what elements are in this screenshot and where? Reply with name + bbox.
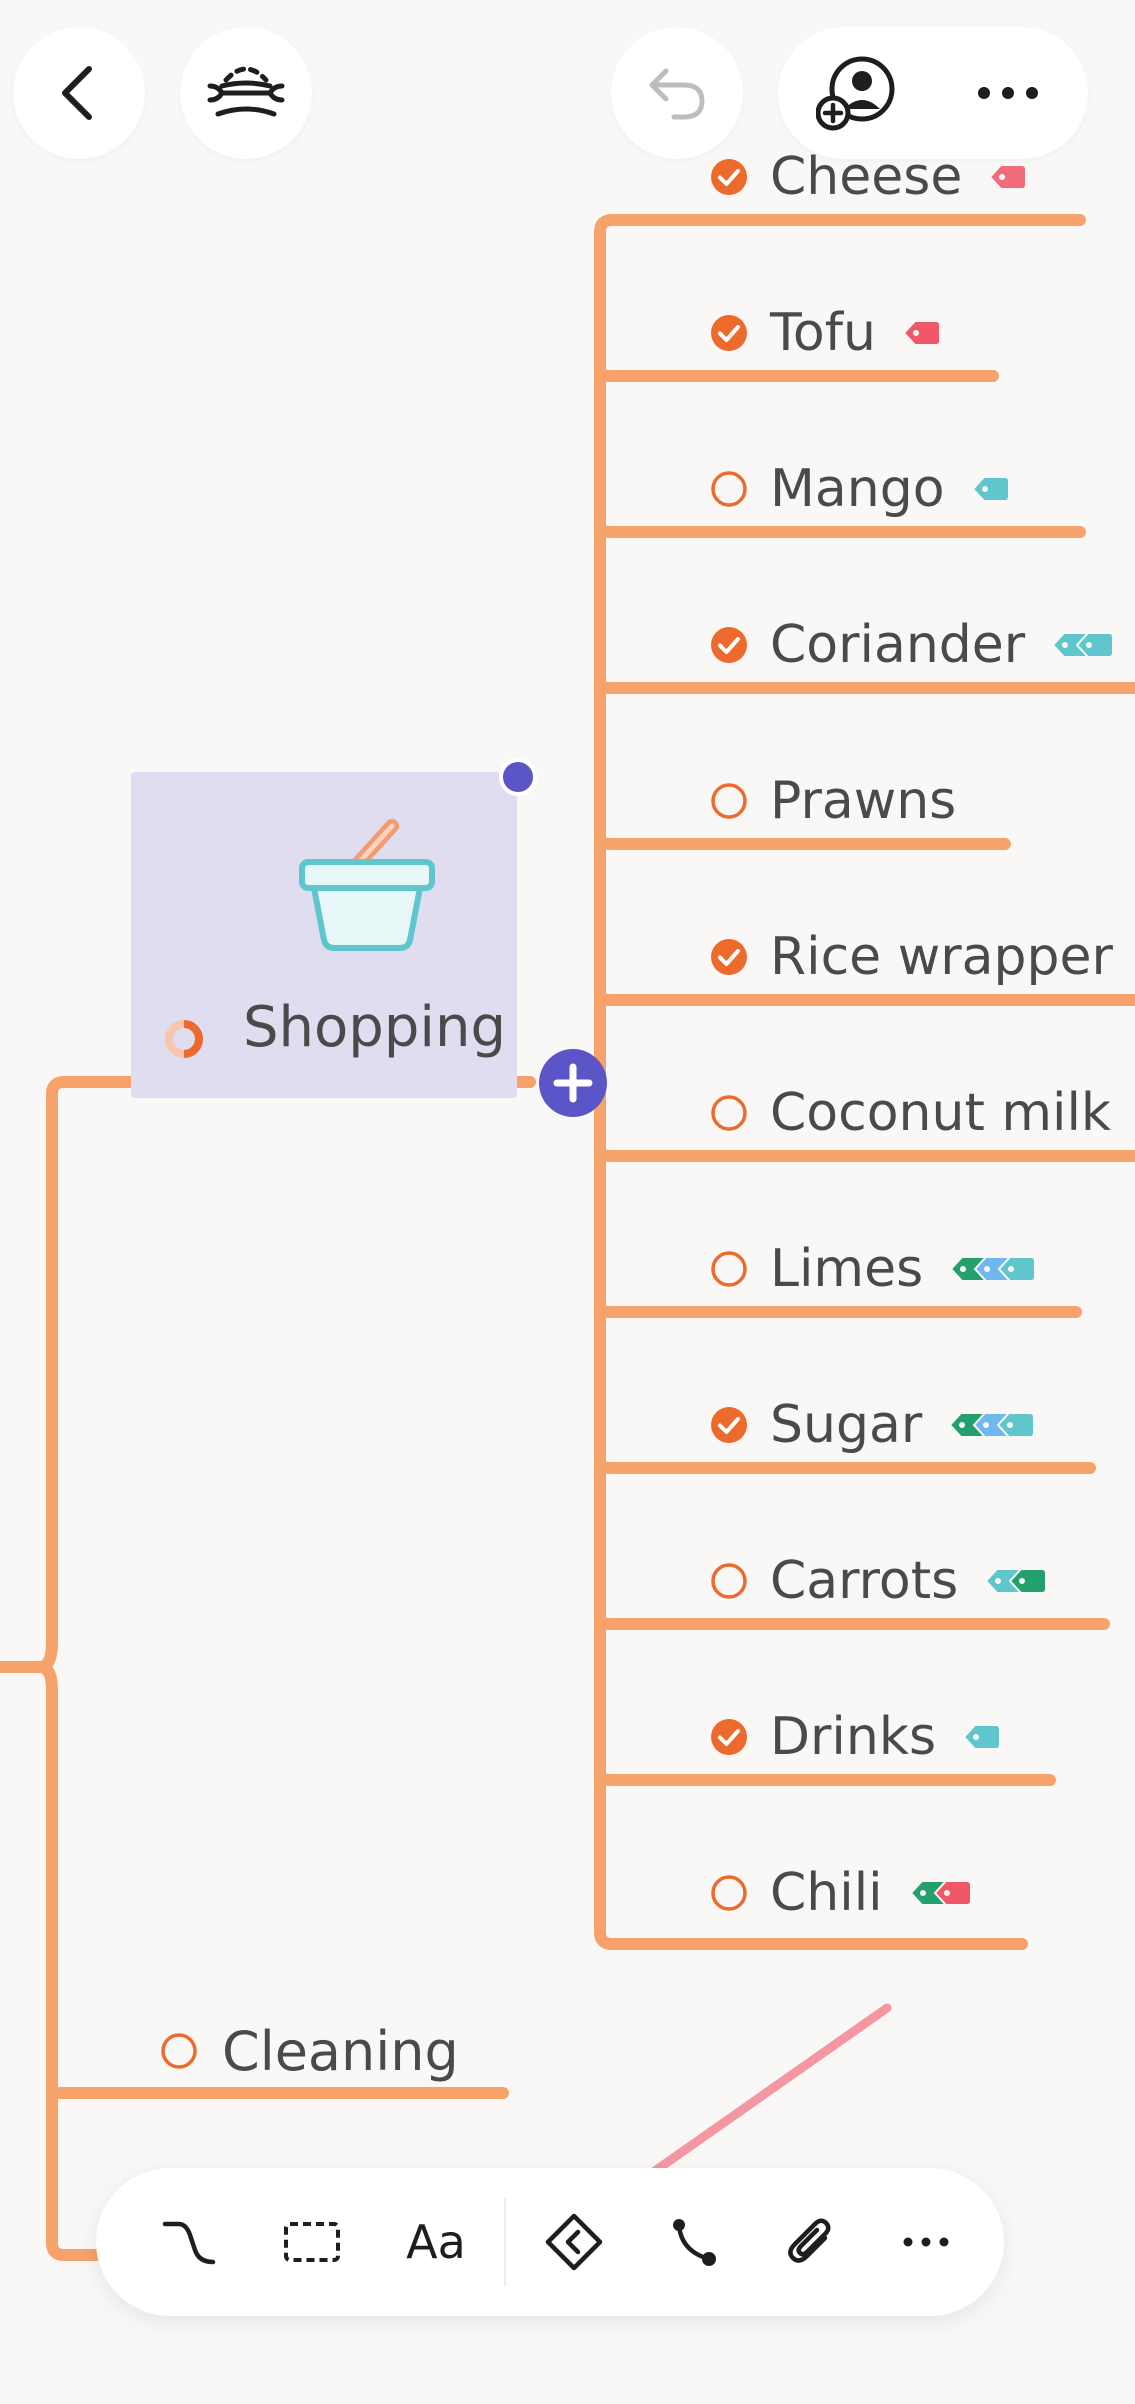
list-item[interactable]: Limes [710,1229,1037,1309]
tag-group [902,318,942,348]
tag-icon [902,320,942,346]
checkbox-empty-icon[interactable] [710,1250,748,1288]
tag-group [962,1722,1002,1752]
attachment-icon [788,2218,831,2263]
tag-icon [933,1880,972,1906]
tag-group [949,1254,1037,1284]
back-icon [62,66,92,120]
tag-group [948,1410,1036,1440]
more-icon [978,87,1038,99]
text-style-label: Aa [406,2215,466,2269]
progress-ring-icon [165,1020,203,1058]
mindmap-canvas[interactable]: Shopping Cheese Tofu Mango Coriander Prawns R… [0,0,1135,2404]
tag-group [971,474,1011,504]
tag-icon [1008,1568,1048,1594]
topic-label: Cleaning [222,2019,459,2083]
checkbox-checked-icon[interactable] [710,158,748,196]
list-item[interactable]: Mango [710,449,1011,529]
tag-group [1051,630,1115,660]
list-item[interactable]: Carrots [710,1541,1048,1621]
list-item[interactable]: Prawns [710,761,956,841]
more-button[interactable] [948,27,1068,159]
tag-group [988,162,1028,192]
list-item[interactable]: Drinks [710,1697,1002,1777]
checkbox-checked-icon[interactable] [710,1406,748,1444]
item-label: Sugar [770,1395,923,1455]
topic-cleaning[interactable]: Cleaning [160,2011,459,2091]
connector-icon [162,2221,216,2265]
item-label: Drinks [770,1707,937,1767]
checkbox-checked-icon[interactable] [710,1718,748,1756]
boundary-button[interactable] [264,2168,360,2316]
back-button[interactable] [13,27,145,159]
tag-group [909,1878,973,1908]
toolbar-divider [504,2198,506,2286]
list-item[interactable]: Sugar [710,1385,1036,1465]
selection-handle[interactable] [499,758,537,796]
outline-button[interactable] [180,27,312,159]
outline-icon [207,66,285,117]
relationship-button[interactable] [644,2168,744,2316]
item-label: Prawns [770,771,957,831]
checkbox-checked-icon[interactable] [710,314,748,352]
bottom-toolbar: Aa [96,2168,1004,2316]
checkbox-empty-icon[interactable] [710,1874,748,1912]
item-label: Mango [770,459,945,519]
toolbar-more-button[interactable] [876,2168,976,2316]
list-item[interactable]: Coconut milk [710,1073,1111,1153]
add-collaborator-button[interactable] [796,27,916,159]
checkbox-empty-icon[interactable] [710,782,748,820]
item-label: Chili [770,1863,883,1923]
item-label: Coriander [770,615,1026,675]
tag-icon [971,476,1010,502]
connector-style-button[interactable] [142,2168,238,2316]
checkbox-empty-icon[interactable] [710,1094,748,1132]
item-label: Tofu [770,303,877,363]
relationship-icon [673,2219,716,2266]
undo-icon [649,68,705,120]
checkbox-checked-icon[interactable] [710,626,748,664]
tag-icon [997,1256,1037,1282]
tag-icon [988,164,1028,190]
header-actions [778,27,1088,159]
list-item[interactable]: Tofu [710,293,942,373]
basket-icon [299,819,435,951]
item-label: Coconut milk [770,1083,1112,1143]
tag-group [984,1566,1048,1596]
add-node-icon[interactable] [537,1047,609,1119]
item-label: Limes [770,1239,924,1299]
collapse-button[interactable] [524,2168,624,2316]
collapse-icon [545,2213,603,2271]
tag-icon [962,1724,1002,1750]
list-item[interactable]: Chili [710,1853,973,1933]
item-label: Rice wrapper [770,927,1113,987]
list-item[interactable]: Rice wrapper [710,917,1113,997]
checkbox-empty-icon[interactable] [710,470,748,508]
attachment-button[interactable] [760,2168,860,2316]
topic-label: Shopping [243,995,506,1060]
item-label: Carrots [770,1551,959,1611]
tag-icon [1075,632,1115,658]
list-item[interactable]: Coriander [710,605,1115,685]
checkbox-empty-icon[interactable] [160,2032,198,2070]
checkbox-checked-icon[interactable] [710,938,748,976]
tag-icon [996,1412,1036,1438]
boundary-icon [284,2222,340,2262]
add-collaborator-icon [816,56,895,131]
more-icon [903,2237,949,2247]
checkbox-empty-icon[interactable] [710,1562,748,1600]
text-style-button[interactable]: Aa [386,2168,486,2316]
undo-button[interactable] [611,27,743,159]
